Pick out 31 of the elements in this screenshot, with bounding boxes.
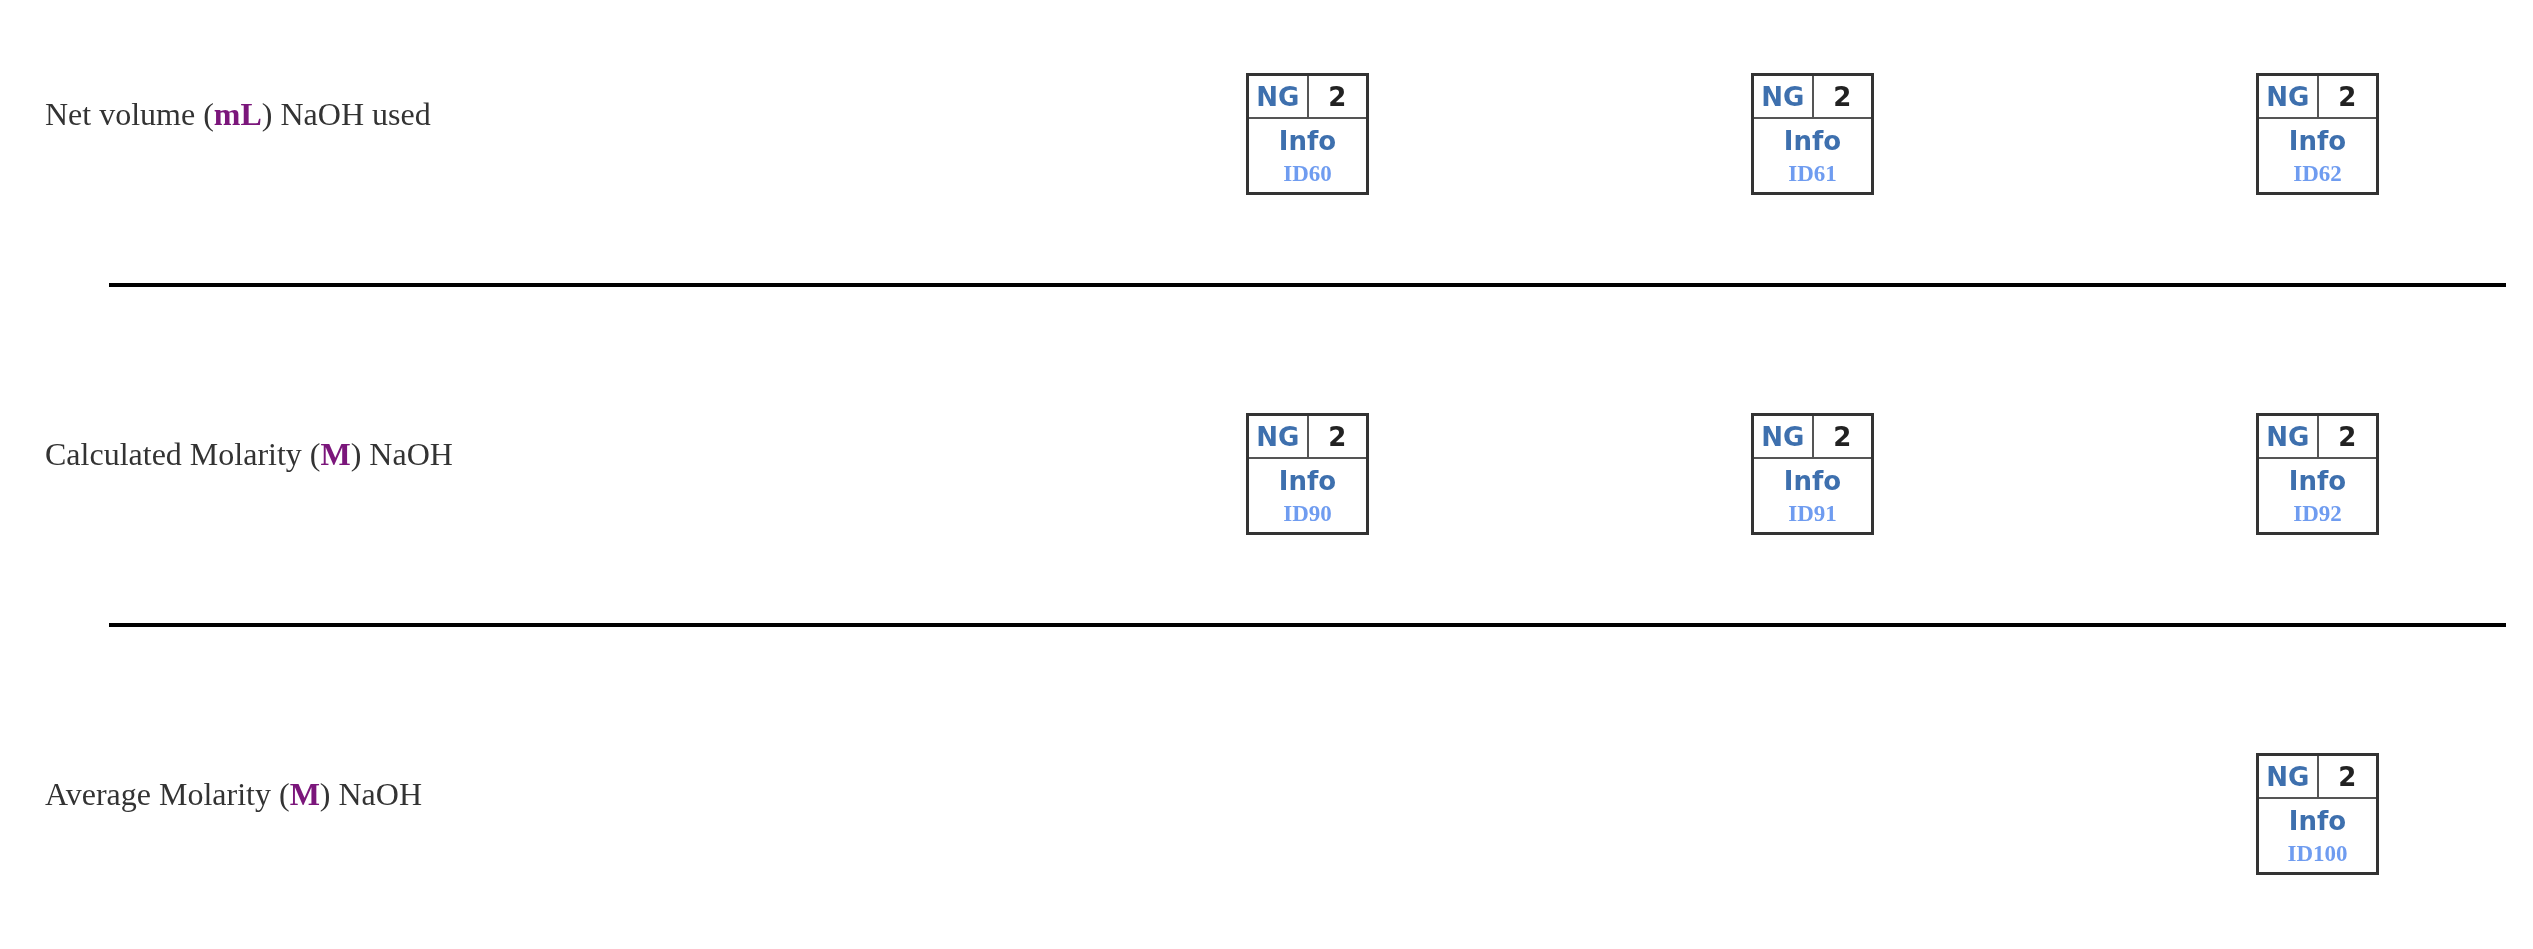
grade-cell: NG (1249, 76, 1309, 117)
id-label: ID91 (1788, 501, 1837, 527)
info-link[interactable]: Info (2288, 807, 2347, 835)
count-cell-text: 2 (2337, 760, 2358, 794)
info-link[interactable]: Info (2288, 467, 2347, 495)
id-label: ID62 (2293, 161, 2342, 187)
info-link[interactable]: Info (1783, 127, 1842, 155)
row-label: Average Molarity (M) NaOH (45, 776, 423, 812)
row-label: Net volume (mL) NaOH used (45, 96, 431, 132)
info-link[interactable]: Info (1278, 467, 1337, 495)
row-label: Calculated Molarity (M) NaOH (45, 436, 453, 472)
count-cell-text: 2 (1832, 80, 1853, 114)
id-label: ID100 (2287, 841, 2348, 867)
id-label: ID90 (1283, 501, 1332, 527)
info-link[interactable]: Info (1783, 467, 1842, 495)
info-link[interactable]: Info (2288, 127, 2347, 155)
count-cell-text: 2 (1832, 420, 1853, 454)
count-cell-text: 2 (1327, 80, 1348, 114)
id-label: ID60 (1283, 161, 1332, 187)
grade-cell: NG (2259, 76, 2319, 117)
info-link[interactable]: Info (1278, 127, 1337, 155)
grade-cell: NG (2259, 416, 2319, 457)
grade-cell: NG (2259, 756, 2319, 797)
id-label: ID92 (2293, 501, 2342, 527)
id-label: ID61 (1788, 161, 1837, 187)
grade-cell: NG (1754, 76, 1814, 117)
count-cell-text: 2 (1327, 420, 1348, 454)
count-cell-text: 2 (2337, 80, 2358, 114)
grade-cell: NG (1754, 416, 1814, 457)
grade-cell: NG (1249, 416, 1309, 457)
count-cell-text: 2 (2337, 420, 2358, 454)
